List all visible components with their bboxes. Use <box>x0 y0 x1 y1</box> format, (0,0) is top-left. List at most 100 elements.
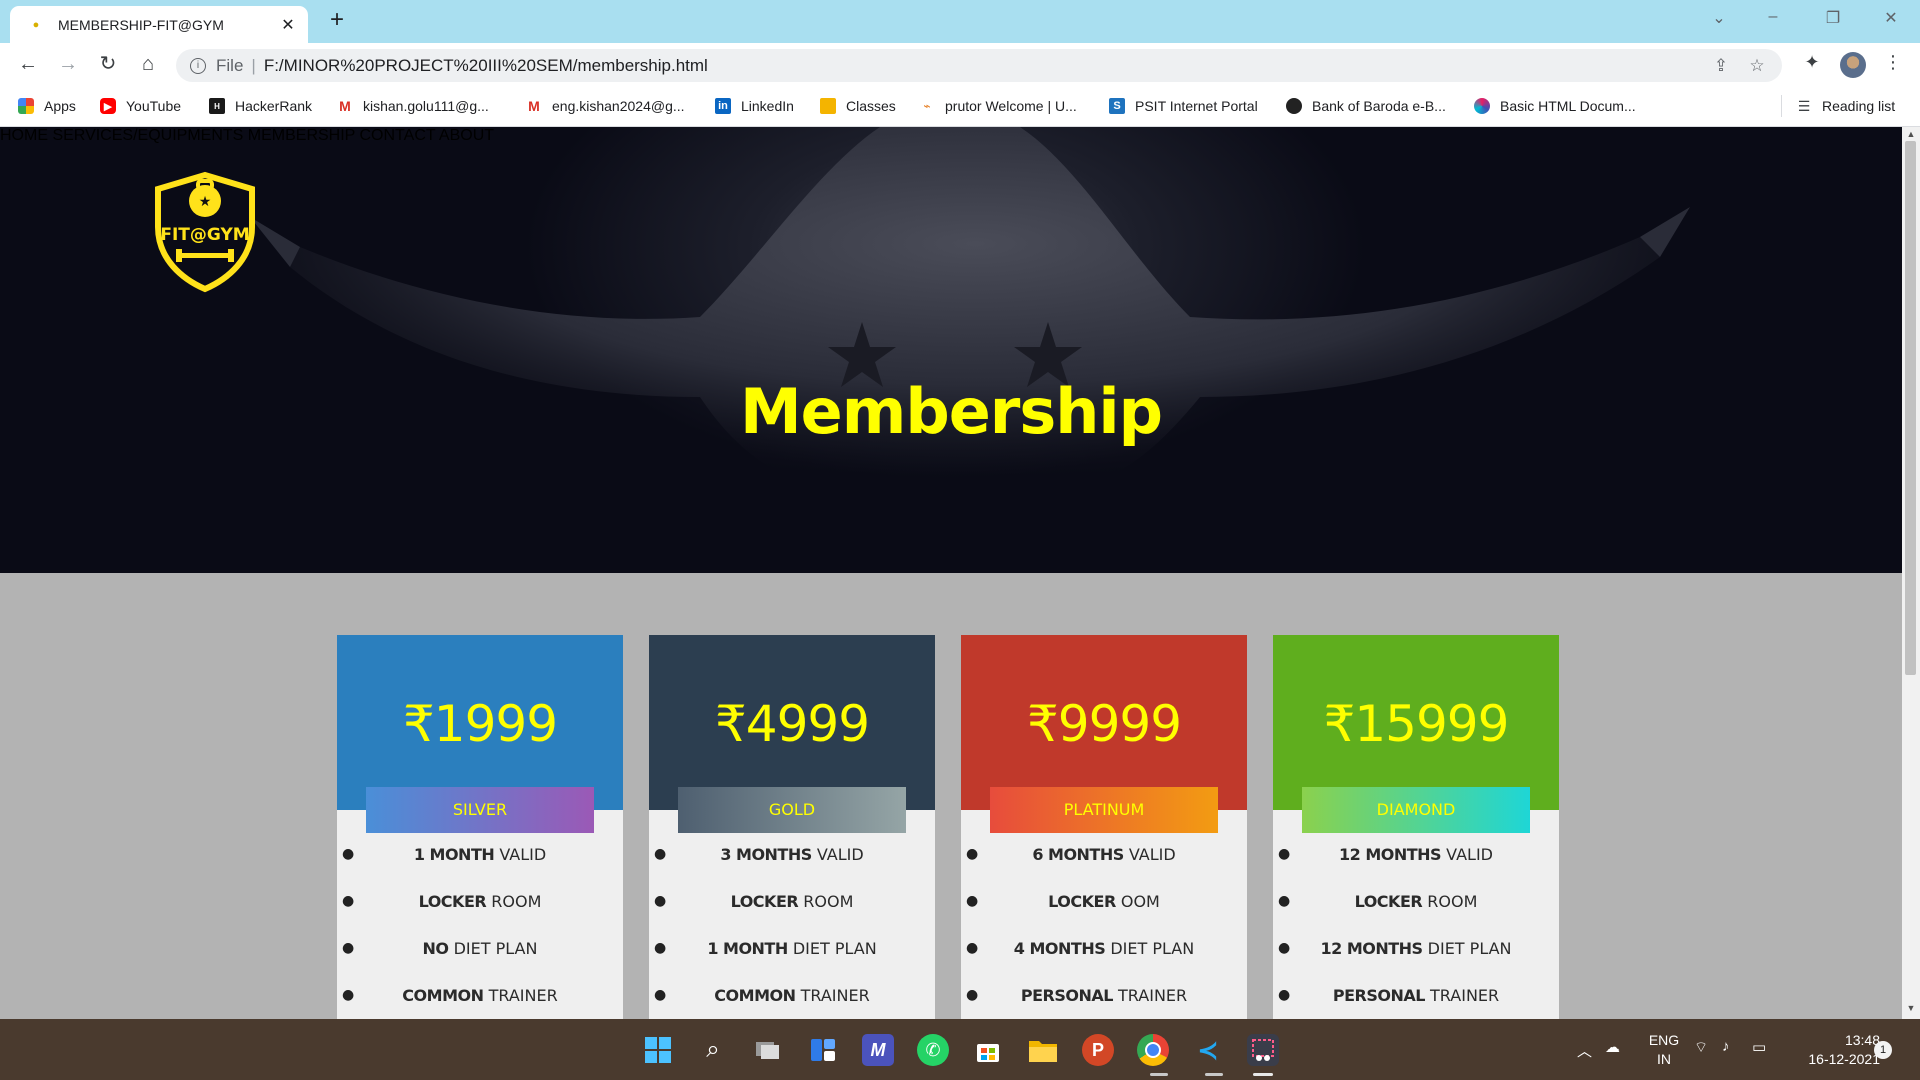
page-scrollbar[interactable]: ▲ ▼ <box>1902 127 1920 1019</box>
hero-banner: ★ FIT@GYM HOME SERVICES/EQUIPMENTS MEMBE… <box>0 127 1902 573</box>
bullet-icon: ● <box>654 940 667 956</box>
clock-time: 13:48 <box>1844 1032 1880 1048</box>
close-tab-icon[interactable]: ✕ <box>278 15 298 35</box>
teams-icon[interactable]: M <box>862 1034 894 1066</box>
profile-avatar[interactable] <box>1840 52 1866 78</box>
share-icon[interactable]: ⇪ <box>1710 56 1732 76</box>
store-icon[interactable] <box>972 1034 1004 1066</box>
notification-badge[interactable]: 1 <box>1874 1041 1892 1059</box>
page-viewport: ★ FIT@GYM HOME SERVICES/EQUIPMENTS MEMBE… <box>0 127 1902 1019</box>
whatsapp-icon[interactable]: ✆ <box>917 1034 949 1066</box>
plan-feature-list: ● 6 MONTHS VALID ● LOCKER OOM ● 4 MONTHS DI… <box>961 831 1247 1019</box>
bookmark-linkedin[interactable]: in LinkedIn <box>715 96 794 116</box>
reload-button[interactable]: ↻ <box>94 50 122 78</box>
widgets-icon[interactable] <box>807 1034 839 1066</box>
new-tab-button[interactable]: + <box>325 8 349 32</box>
bookmark-prutor[interactable]: ⌁ prutor Welcome | U... <box>919 96 1076 116</box>
back-button[interactable]: ← <box>14 50 42 78</box>
prutor-icon: ⌁ <box>923 99 931 113</box>
forward-button[interactable]: → <box>54 50 82 78</box>
bookmark-star-icon[interactable]: ☆ <box>1746 56 1768 76</box>
plan-feature: ● LOCKER ROOM <box>1273 878 1559 925</box>
extensions-puzzle-icon[interactable]: ✦ <box>1799 52 1825 73</box>
volume-icon[interactable]: ♪ <box>1722 1038 1730 1055</box>
reading-list-button[interactable]: ☰ Reading list <box>1796 96 1895 116</box>
wifi-icon[interactable]: ⌔ <box>1694 1038 1708 1057</box>
chrome-running-indicator <box>1150 1073 1168 1076</box>
menu-kebab-icon[interactable]: ⋮ <box>1880 52 1906 73</box>
task-view-icon[interactable] <box>752 1034 784 1066</box>
url-scheme: File <box>216 55 244 75</box>
snipping-tool-active-indicator <box>1253 1073 1273 1076</box>
bookmark-classes[interactable]: Classes <box>820 96 896 116</box>
plan-card-platinum[interactable]: ₹9999 PLATINUM ● 6 MONTHS VALID ● LOCKER O… <box>961 635 1247 1019</box>
hackerrank-icon: H <box>209 98 225 114</box>
bookmark-basic-html[interactable]: Basic HTML Docum... <box>1474 96 1636 116</box>
bookmark-psit[interactable]: S PSIT Internet Portal <box>1109 96 1258 116</box>
bullet-icon: ● <box>654 846 667 862</box>
chrome-icon[interactable] <box>1137 1034 1169 1066</box>
bullet-icon: ● <box>1278 987 1291 1003</box>
bookmark-apps[interactable]: Apps <box>18 96 76 116</box>
plan-feature: ● LOCKER ROOM <box>649 878 935 925</box>
plan-feature: ● 6 MONTHS VALID <box>961 831 1247 878</box>
scroll-down-arrow-icon[interactable]: ▼ <box>1902 1003 1920 1013</box>
minimize-button[interactable]: – <box>1760 8 1786 26</box>
linkedin-icon: in <box>715 98 731 114</box>
show-hidden-icons-chevron-icon[interactable]: ︿ <box>1577 1040 1592 1061</box>
site-favicon-icon: ● <box>32 18 40 31</box>
browser-tab[interactable]: ● MEMBERSHIP-FIT@GYM ✕ <box>10 6 308 43</box>
powerpoint-icon[interactable]: P <box>1082 1034 1114 1066</box>
address-bar[interactable]: i File | F:/MINOR%20PROJECT%20III%20SEM/… <box>176 49 1782 82</box>
battery-icon[interactable]: ▭ <box>1752 1038 1766 1056</box>
bookmark-label: PSIT Internet Portal <box>1135 98 1258 114</box>
bookmark-bank-of-baroda[interactable]: Bank of Baroda e-B... <box>1286 96 1446 116</box>
bullet-icon: ● <box>1278 846 1291 862</box>
plan-card-silver[interactable]: ₹1999 SILVER ● 1 MONTH VALID ● LOCKER ROOM… <box>337 635 623 1019</box>
search-icon[interactable]: ⌕ <box>697 1034 729 1066</box>
swirl-icon <box>1474 98 1490 114</box>
file-explorer-icon[interactable] <box>1027 1034 1059 1066</box>
bullet-icon: ● <box>966 846 979 862</box>
language-code: ENG <box>1648 1032 1680 1048</box>
bookmark-label: Bank of Baroda e-B... <box>1312 98 1446 114</box>
reading-list-icon: ☰ <box>1797 97 1811 114</box>
bookmark-label: eng.kishan2024@g... <box>552 98 685 114</box>
bookmark-label: YouTube <box>126 98 182 114</box>
plan-price: ₹15999 <box>1323 695 1510 753</box>
plan-feature: ● 12 MONTHS VALID <box>1273 831 1559 878</box>
bookmark-label: LinkedIn <box>741 98 794 114</box>
plan-feature: ● 4 MONTHS DIET PLAN <box>961 925 1247 972</box>
apps-grid-icon <box>18 98 34 114</box>
scrollbar-thumb[interactable] <box>1905 141 1916 675</box>
windows-start-icon[interactable] <box>642 1034 674 1066</box>
bookmark-gmail-2[interactable]: M eng.kishan2024@g... <box>526 96 685 116</box>
clock[interactable]: 13:48 16-12-2021 <box>1790 1031 1880 1069</box>
bullet-icon: ● <box>342 846 355 862</box>
bullet-icon: ● <box>342 893 355 909</box>
reading-list-label: Reading list <box>1822 98 1896 114</box>
input-language-indicator[interactable]: ENG IN <box>1644 1031 1684 1069</box>
bookmark-hackerrank[interactable]: H HackerRank <box>209 96 312 116</box>
close-window-button[interactable]: ✕ <box>1878 8 1904 28</box>
vscode-icon[interactable]: ≺ <box>1192 1034 1224 1066</box>
tab-search-icon[interactable]: ⌄ <box>1706 8 1732 28</box>
bullet-icon: ● <box>342 987 355 1003</box>
snipping-tool-icon[interactable] <box>1247 1034 1279 1066</box>
plan-tier-badge: PLATINUM <box>990 787 1218 833</box>
scroll-up-arrow-icon[interactable]: ▲ <box>1902 129 1920 139</box>
info-icon[interactable]: i <box>190 57 206 74</box>
onedrive-cloud-icon[interactable]: ☁ <box>1605 1038 1620 1056</box>
bookmark-youtube[interactable]: ▶ YouTube <box>100 96 181 116</box>
plan-card-diamond[interactable]: ₹15999 DIAMOND ● 12 MONTHS VALID ● LOCKER … <box>1273 635 1559 1019</box>
plan-feature: ● 1 MONTH DIET PLAN <box>649 925 935 972</box>
plan-feature-list: ● 3 MONTHS VALID ● LOCKER ROOM ● 1 MONTH DI… <box>649 831 935 1019</box>
bookmark-gmail-1[interactable]: M kishan.golu111@g... <box>337 96 489 116</box>
plan-card-gold[interactable]: ₹4999 GOLD ● 3 MONTHS VALID ● LOCKER ROOM … <box>649 635 935 1019</box>
athlete-silhouette-image <box>250 127 1690 517</box>
restore-button[interactable]: ❐ <box>1820 8 1846 28</box>
url-text[interactable]: F:/MINOR%20PROJECT%20III%20SEM/membershi… <box>264 56 1710 76</box>
fit-gym-logo[interactable]: ★ FIT@GYM <box>146 167 264 293</box>
home-button[interactable]: ⌂ <box>134 50 162 78</box>
bullet-icon: ● <box>654 987 667 1003</box>
